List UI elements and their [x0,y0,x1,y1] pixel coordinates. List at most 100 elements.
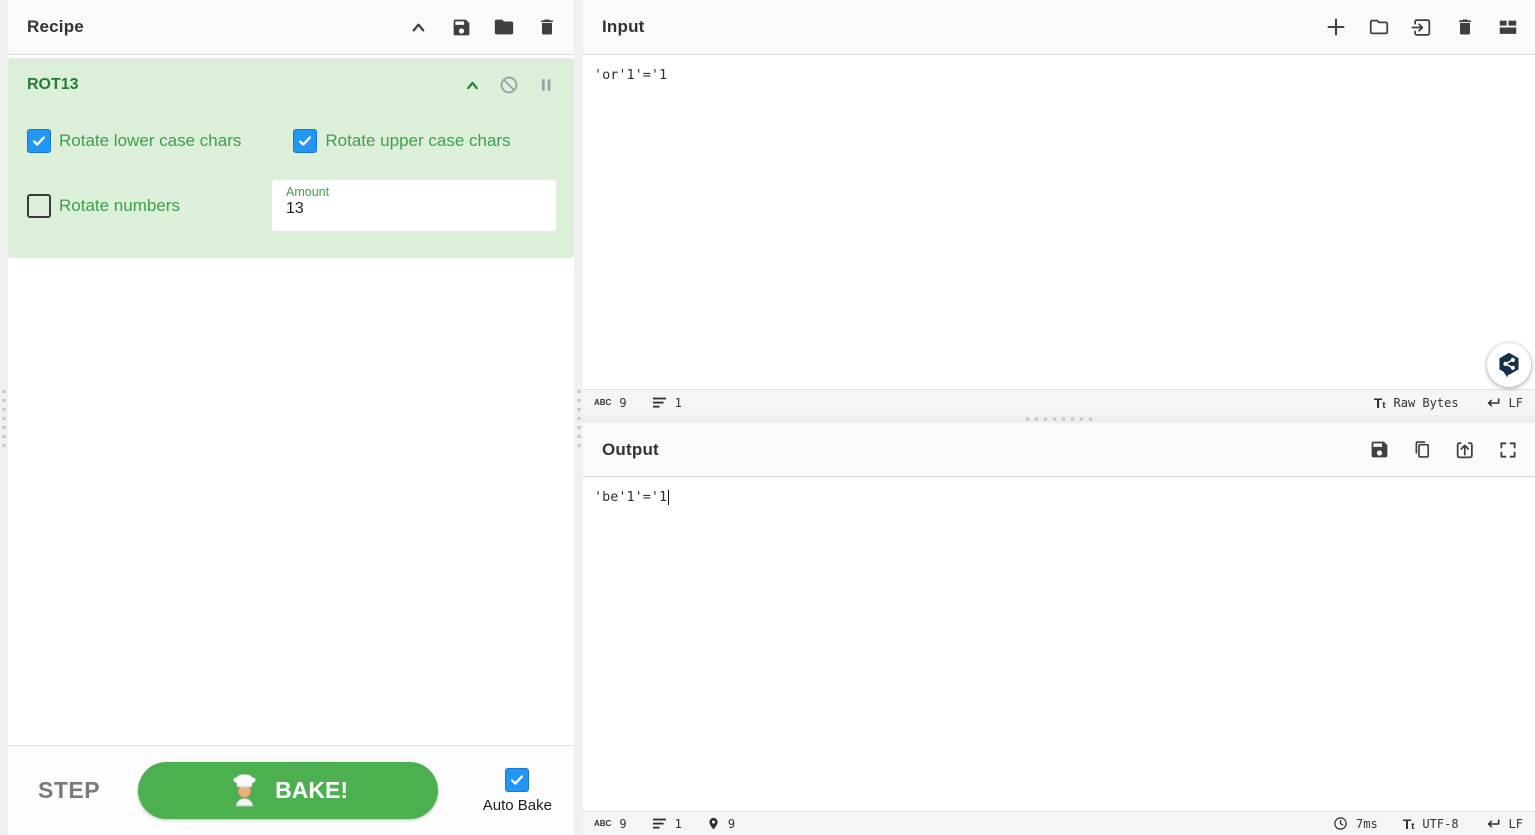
clock-icon [1333,816,1348,831]
splitter-grip-dots[interactable] [1026,417,1092,421]
checkbox-rotate-numbers[interactable] [27,193,51,218]
recipe-controls: STEP BAKE! Auto Bake [8,745,574,835]
operation-args-row2: Rotate numbers Amount [27,180,556,231]
recipe-pane: Recipe ROT13 Rotate lower case chars Rot… [8,0,574,835]
output-textarea[interactable]: 'be'1'='1 [583,477,1535,811]
input-textarea[interactable]: 'or'1'='1 [583,55,1535,389]
output-pane: Output 'be'1'='1 ABC 9 1 9 7ms Tt UTF-8 … [583,423,1535,835]
output-statusbar: ABC 9 1 9 7ms Tt UTF-8 LF [583,811,1535,835]
splitter-grip-dots[interactable] [2,390,6,452]
io-splitter[interactable] [583,415,1535,423]
char-count-value: 9 [619,395,627,410]
input-title: Input [602,17,645,36]
input-header: Input [583,0,1535,55]
arg-rotate-lower[interactable]: Rotate lower case chars [27,129,241,153]
checkbox-rotate-lower[interactable] [27,129,51,153]
input-status-left: ABC 9 1 [594,396,682,410]
operation-args-row1: Rotate lower case chars Rotate upper cas… [27,129,556,153]
input-encoding-value[interactable]: Raw Bytes [1394,396,1459,410]
char-count-icon: ABC [594,819,612,828]
maximize-output-icon[interactable] [1497,439,1519,461]
operation-rot13[interactable]: ROT13 Rotate lower case chars Rotate upp… [8,58,574,258]
amount-input[interactable] [286,199,536,218]
amount-label: Amount [286,185,330,199]
input-line-count: 1 [652,396,682,410]
output-char-count: ABC 9 [594,817,627,831]
chef-icon [228,774,261,807]
output-title: Output [602,439,659,459]
output-header-icons [1368,439,1519,461]
location-pin-icon [707,816,720,831]
save-output-icon[interactable] [1368,439,1390,461]
auto-bake-checkbox[interactable] [505,767,530,792]
input-pane: Input 'or'1'='1 ABC 9 1 Tt Raw Bytes LF [583,0,1535,415]
arg-rotate-numbers[interactable]: Rotate numbers [27,193,180,218]
arg-label[interactable]: Rotate numbers [59,196,180,216]
encoding-icon: Tt [1373,394,1386,411]
open-folder-icon[interactable] [1368,16,1390,38]
input-eol-value[interactable]: LF [1509,396,1523,410]
recipe-header-icons [407,16,558,38]
replace-input-with-output-icon[interactable] [1454,439,1476,461]
output-encoding-value[interactable]: UTF-8 [1422,817,1458,831]
auto-bake-toggle[interactable]: Auto Bake [482,767,552,814]
auto-bake-label: Auto Bake [482,796,552,814]
arg-label[interactable]: Rotate lower case chars [59,131,241,151]
amount-field[interactable]: Amount [272,180,556,231]
input-header-icons [1325,16,1519,38]
output-eol-selector[interactable]: LF [1484,817,1523,831]
output-status-left: ABC 9 1 9 [594,816,735,831]
input-status-right: Tt Raw Bytes LF [1374,395,1523,411]
output-text[interactable]: 'be'1'='1 [594,488,670,506]
operation-header: ROT13 [27,75,556,95]
collapse-recipe-icon[interactable] [407,16,429,38]
save-recipe-icon[interactable] [450,16,472,38]
eol-return-icon [1484,817,1501,831]
line-count-icon [652,396,667,409]
add-input-tab-icon[interactable] [1325,16,1347,38]
text-caret [668,490,670,505]
arg-rotate-upper[interactable]: Rotate upper case chars [293,129,511,153]
cyberchef-app: Recipe ROT13 Rotate lower case chars Rot… [0,0,1535,835]
arg-label[interactable]: Rotate upper case chars [325,131,510,151]
hexagon-share-icon [1499,352,1519,378]
input-encoding-selector[interactable]: Tt Raw Bytes [1374,395,1459,411]
encoding-icon: Tt [1402,815,1415,832]
feedback-widget-button[interactable] [1487,343,1531,387]
load-recipe-folder-icon[interactable] [493,16,515,38]
recipe-drop-area[interactable] [8,258,574,745]
breakpoint-pause-icon[interactable] [536,75,556,95]
recipe-io-splitter[interactable] [574,0,583,835]
output-header: Output [583,423,1535,477]
clear-io-trash-icon[interactable] [1454,16,1476,38]
output-status-right: 7ms Tt UTF-8 LF [1333,816,1523,832]
line-count-value: 1 [674,395,682,410]
input-eol-selector[interactable]: LF [1484,396,1523,410]
copy-output-icon[interactable] [1411,439,1433,461]
eol-return-icon [1484,396,1501,410]
checkbox-rotate-upper[interactable] [293,129,318,153]
reset-layout-icon[interactable] [1497,16,1519,38]
collapse-operation-icon[interactable] [462,75,482,95]
step-button[interactable]: STEP [38,777,100,804]
operation-icons [462,75,556,95]
recipe-title: Recipe [27,17,84,36]
input-char-count: ABC 9 [594,396,627,410]
bake-time-value: 7ms [1356,816,1378,831]
cursor-position-value: 9 [727,816,736,831]
input-text[interactable]: 'or'1'='1 [594,66,667,84]
operations-splitter[interactable] [0,0,8,835]
line-count-icon [652,817,667,830]
recipe-header: Recipe [8,0,574,55]
disable-operation-icon[interactable] [499,75,519,95]
output-encoding-selector[interactable]: Tt UTF-8 [1403,816,1459,832]
output-eol-value[interactable]: LF [1509,817,1523,831]
bake-button[interactable]: BAKE! [138,762,439,819]
splitter-grip-dots[interactable] [577,390,580,452]
open-file-as-input-icon[interactable] [1411,16,1433,38]
output-line-count: 1 [652,817,682,831]
output-cursor-position: 9 [707,816,735,831]
bake-time: 7ms [1333,816,1378,831]
char-count-icon: ABC [594,398,612,407]
clear-recipe-trash-icon[interactable] [536,16,558,38]
